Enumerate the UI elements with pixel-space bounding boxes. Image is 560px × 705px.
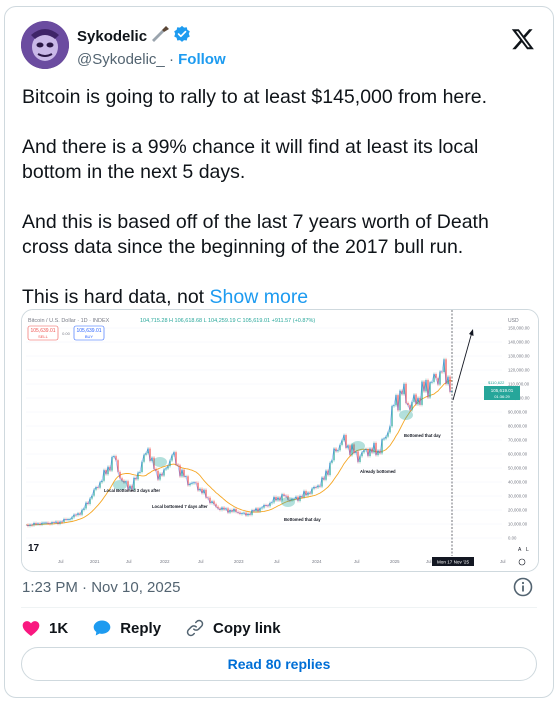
bottom-marker-4 [351, 441, 365, 451]
chart-screenshot: Bitcoin / U.S. Dollar · 1D · INDEX 104,7… [22, 310, 538, 571]
bottom-marker-3 [281, 497, 295, 507]
y-tick-label: 50,000.00 [508, 466, 528, 471]
tweet-timestamp[interactable]: 1:23 PM · Nov 10, 2025 [22, 579, 180, 596]
bottom-marker-2 [153, 457, 167, 467]
reply-button[interactable]: Reply [92, 618, 161, 638]
tweet-header: Sykodelic @Sykodelic_ · Follow [21, 21, 537, 71]
y-tick-label: 40,000.00 [508, 480, 528, 485]
price-tag-time: 01:36:29 [494, 394, 510, 399]
current-price: $110,622 [488, 380, 505, 385]
bottom-marker-5 [399, 410, 413, 420]
y-tick-label: 90,000.00 [508, 410, 528, 415]
y-tick-label: 130,000.00 [508, 354, 530, 359]
price-tag-value: 105,619.01 [491, 388, 514, 393]
link-icon [186, 619, 204, 637]
tweet-text: Bitcoin is going to rally to at least $1… [22, 86, 489, 308]
knife-icon [151, 26, 170, 46]
verified-icon [173, 25, 191, 47]
like-count: 1K [49, 619, 69, 637]
y-tick-label: 70,000.00 [508, 438, 528, 443]
scale-log: L [526, 547, 529, 553]
heart-icon [22, 621, 40, 636]
separator: · [168, 51, 174, 68]
spread-value: 0.00 [62, 331, 71, 336]
y-tick-label: 10,000.00 [508, 522, 528, 527]
symbol-line: Bitcoin / U.S. Dollar · 1D · INDEX [28, 318, 110, 324]
x-tick-label: Jul [500, 559, 506, 564]
read-replies-button[interactable]: Read 80 replies [21, 647, 537, 681]
y-tick-label: 80,000.00 [508, 424, 528, 429]
x-tick-label: Jul [198, 559, 204, 564]
y-tick-label: 140,000.00 [508, 340, 530, 345]
y-tick-label: 110,000.00 [508, 382, 530, 387]
author-block: Sykodelic @Sykodelic_ · Follow [77, 25, 226, 68]
annotation-5: Bottomed that day [404, 433, 441, 438]
author-handle[interactable]: @Sykodelic_ [77, 51, 165, 68]
x-tick-label: 2023 [234, 559, 244, 564]
date-tag-text: Mon 17 Nov '25 [437, 560, 469, 565]
annotation-3: Bottomed that day [284, 517, 321, 522]
y-tick-label: 20,000.00 [508, 508, 528, 513]
x-tick-label: 2021 [90, 559, 100, 564]
annotation-2: Local bottomed 7 days after [152, 504, 208, 509]
follow-button[interactable]: Follow [178, 51, 226, 68]
x-tick-label: Jul [426, 559, 432, 564]
info-icon[interactable] [513, 577, 533, 597]
action-bar: 1K Reply Copy link [21, 617, 305, 639]
avatar[interactable] [21, 21, 69, 69]
y-tick-label: 150,000.00 [508, 326, 530, 331]
x-tick-label: Jul [126, 559, 132, 564]
y-tick-label: 30,000.00 [508, 494, 528, 499]
show-more-link[interactable]: Show more [210, 286, 309, 308]
currency-label: USD [508, 318, 519, 324]
y-tick-label: 60,000.00 [508, 452, 528, 457]
x-logo-icon[interactable] [511, 27, 535, 51]
tweet-card: Sykodelic @Sykodelic_ · Follow Bitcoin i… [4, 6, 554, 698]
annotation-1: Local Bottomed 3 days after [104, 488, 160, 493]
y-tick-label: 120,000.00 [508, 368, 530, 373]
chart-image[interactable]: Bitcoin / U.S. Dollar · 1D · INDEX 104,7… [21, 309, 539, 572]
x-tick-label: 2022 [160, 559, 170, 564]
annotation-4: Already bottomed [360, 469, 396, 474]
like-button[interactable]: 1K [21, 618, 68, 638]
x-tick-label: 2025 [390, 559, 400, 564]
x-tick-label: Jul [274, 559, 280, 564]
copy-link-label: Copy link [213, 619, 281, 637]
sell-label: SELL [38, 334, 49, 339]
ohlc-line: 104,715.28 H 106,618.68 L 104,259.19 C 1… [140, 318, 315, 324]
x-tick-label: Jul [354, 559, 360, 564]
avatar-image [21, 21, 69, 69]
divider [21, 607, 537, 608]
tweet-body: Bitcoin is going to rally to at least $1… [22, 85, 537, 310]
reply-bubble-icon [93, 620, 111, 636]
tradingview-logo: 17 [28, 543, 40, 554]
reply-label: Reply [120, 619, 162, 637]
buy-label: BUY [85, 334, 94, 339]
x-tick-label: 2024 [312, 559, 322, 564]
y-tick-label: 0.00 [508, 536, 517, 541]
author-name[interactable]: Sykodelic [77, 28, 147, 45]
x-tick-label: Jul [58, 559, 64, 564]
copy-link-button[interactable]: Copy link [185, 618, 281, 638]
